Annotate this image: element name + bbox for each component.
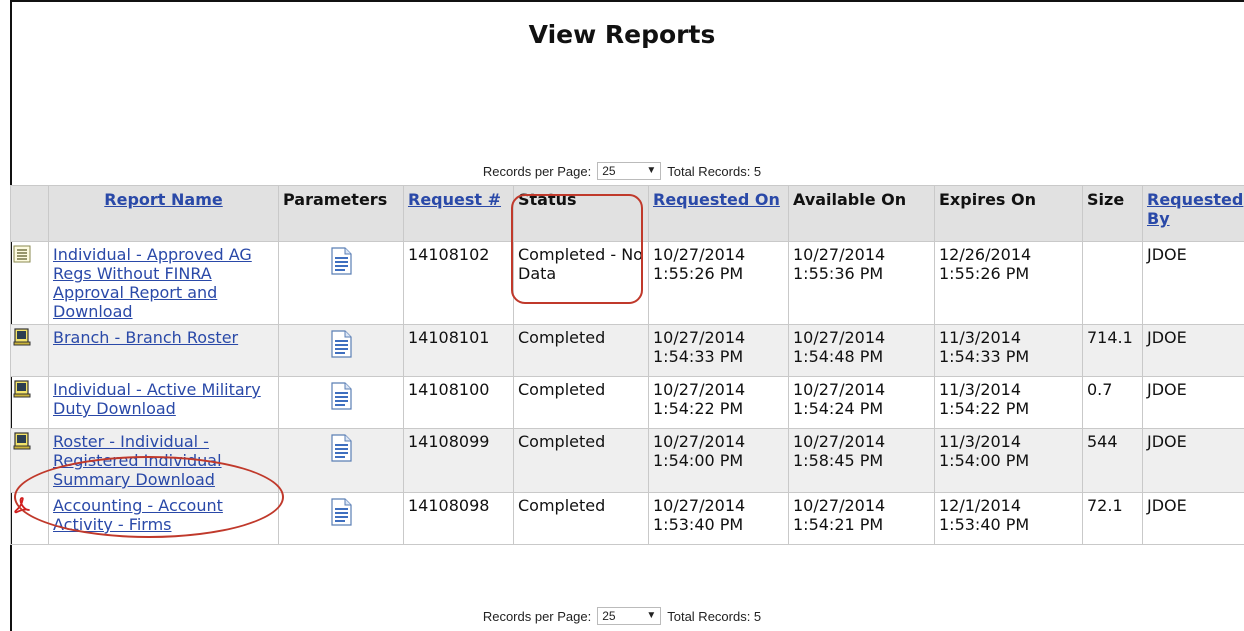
chevron-down-icon: ▼ — [646, 165, 657, 176]
total-records-label: Total Records: 5 — [667, 163, 762, 179]
status-cell: Completed — [513, 492, 649, 545]
table-row: Individual - Approved AG Regs Without FI… — [10, 241, 1244, 325]
parameters-document-icon[interactable] — [330, 247, 352, 275]
requested-by-cell: JDOE — [1142, 428, 1244, 493]
table-row: Individual - Active Military Duty Downlo… — [10, 376, 1244, 429]
header-status: Status — [513, 185, 649, 242]
header-requested-by[interactable]: Requested By — [1142, 185, 1244, 242]
header-size: Size — [1082, 185, 1143, 242]
request-cell: 14108102 — [403, 241, 514, 325]
parameters-cell — [278, 376, 404, 429]
list-document-icon — [13, 245, 31, 263]
expires-on-cell: 12/26/2014 1:55:26 PM — [934, 241, 1083, 325]
parameters-document-icon[interactable] — [330, 434, 352, 462]
parameters-document-icon[interactable] — [330, 330, 352, 358]
parameters-cell — [278, 492, 404, 545]
status-cell: Completed — [513, 324, 649, 377]
chevron-down-icon: ▼ — [646, 610, 657, 621]
parameters-cell — [278, 428, 404, 493]
spreadsheet-icon — [13, 432, 31, 450]
requested-on-cell: 10/27/2014 1:54:00 PM — [648, 428, 789, 493]
request-cell: 14108099 — [403, 428, 514, 493]
records-per-page-select[interactable]: 25 ▼ — [597, 607, 662, 625]
table-row: Accounting - Account Activity - Firms 14… — [10, 492, 1244, 545]
table-header-row: Report Name Parameters Request # Status … — [10, 185, 1244, 242]
report-link[interactable]: Branch - Branch Roster — [53, 328, 238, 347]
requested-by-cell: JDOE — [1142, 241, 1244, 325]
records-per-page-select[interactable]: 25 ▼ — [597, 162, 662, 180]
size-cell — [1082, 241, 1143, 325]
sort-request-link[interactable]: Request # — [408, 190, 501, 209]
total-records-label: Total Records: 5 — [667, 608, 762, 624]
page-title: View Reports — [528, 20, 716, 49]
requested-on-cell: 10/27/2014 1:54:22 PM — [648, 376, 789, 429]
available-on-cell: 10/27/2014 1:54:24 PM — [788, 376, 935, 429]
parameters-cell — [278, 241, 404, 325]
records-per-page-value: 25 — [602, 164, 616, 178]
row-type-cell — [10, 428, 49, 493]
expires-on-cell: 11/3/2014 1:54:22 PM — [934, 376, 1083, 429]
spreadsheet-icon — [13, 380, 31, 398]
header-icon — [10, 185, 49, 242]
report-name-cell: Branch - Branch Roster — [48, 324, 279, 377]
table-row: Branch - Branch Roster 14108101 Complete… — [10, 324, 1244, 377]
row-type-cell — [10, 324, 49, 377]
requested-on-cell: 10/27/2014 1:55:26 PM — [648, 241, 789, 325]
request-cell: 14108101 — [403, 324, 514, 377]
status-cell: Completed — [513, 428, 649, 493]
header-expires-on: Expires On — [934, 185, 1083, 242]
table-row: Roster - Individual - Registered Individ… — [10, 428, 1244, 493]
request-cell: 14108100 — [403, 376, 514, 429]
requested-by-cell: JDOE — [1142, 376, 1244, 429]
expires-on-cell: 11/3/2014 1:54:33 PM — [934, 324, 1083, 377]
records-per-page-label: Records per Page: — [482, 163, 592, 179]
sort-requested-on-link[interactable]: Requested On — [653, 190, 780, 209]
expires-on-cell: 11/3/2014 1:54:00 PM — [934, 428, 1083, 493]
header-parameters: Parameters — [278, 185, 404, 242]
size-cell: 72.1 — [1082, 492, 1143, 545]
size-cell: 714.1 — [1082, 324, 1143, 377]
sort-report-name-link[interactable]: Report Name — [104, 190, 222, 209]
row-type-cell — [10, 492, 49, 545]
header-requested-on[interactable]: Requested On — [648, 185, 789, 242]
requested-by-cell: JDOE — [1142, 492, 1244, 545]
available-on-cell: 10/27/2014 1:58:45 PM — [788, 428, 935, 493]
records-per-page-label: Records per Page: — [482, 608, 592, 624]
requested-on-cell: 10/27/2014 1:53:40 PM — [648, 492, 789, 545]
pdf-icon — [14, 497, 30, 514]
report-link[interactable]: Roster - Individual - Registered Individ… — [53, 432, 222, 489]
available-on-cell: 10/27/2014 1:54:48 PM — [788, 324, 935, 377]
report-name-cell: Accounting - Account Activity - Firms — [48, 492, 279, 545]
header-available-on: Available On — [788, 185, 935, 242]
status-cell: Completed — [513, 376, 649, 429]
size-cell: 0.7 — [1082, 376, 1143, 429]
requested-on-cell: 10/27/2014 1:54:33 PM — [648, 324, 789, 377]
report-name-cell: Roster - Individual - Registered Individ… — [48, 428, 279, 493]
expires-on-cell: 12/1/2014 1:53:40 PM — [934, 492, 1083, 545]
pager-bottom: Records per Page: 25 ▼ Total Records: 5 — [0, 604, 1244, 628]
parameters-document-icon[interactable] — [330, 382, 352, 410]
header-report-name[interactable]: Report Name — [48, 185, 279, 242]
status-cell: Completed - No Data — [513, 241, 649, 325]
row-type-cell — [10, 241, 49, 325]
parameters-cell — [278, 324, 404, 377]
report-name-cell: Individual - Approved AG Regs Without FI… — [48, 241, 279, 325]
records-per-page-value: 25 — [602, 609, 616, 623]
reports-table: Report Name Parameters Request # Status … — [10, 185, 1244, 545]
report-link[interactable]: Individual - Active Military Duty Downlo… — [53, 380, 261, 418]
sort-requested-by-link[interactable]: Requested By — [1147, 190, 1243, 228]
request-cell: 14108098 — [403, 492, 514, 545]
requested-by-cell: JDOE — [1142, 324, 1244, 377]
report-link[interactable]: Individual - Approved AG Regs Without FI… — [53, 245, 252, 321]
pager-top: Records per Page: 25 ▼ Total Records: 5 — [0, 159, 1244, 183]
report-link[interactable]: Accounting - Account Activity - Firms — [53, 496, 223, 534]
parameters-document-icon[interactable] — [330, 498, 352, 526]
size-cell: 544 — [1082, 428, 1143, 493]
report-name-cell: Individual - Active Military Duty Downlo… — [48, 376, 279, 429]
available-on-cell: 10/27/2014 1:55:36 PM — [788, 241, 935, 325]
row-type-cell — [10, 376, 49, 429]
available-on-cell: 10/27/2014 1:54:21 PM — [788, 492, 935, 545]
spreadsheet-icon — [13, 328, 31, 346]
header-request-no[interactable]: Request # — [403, 185, 514, 242]
